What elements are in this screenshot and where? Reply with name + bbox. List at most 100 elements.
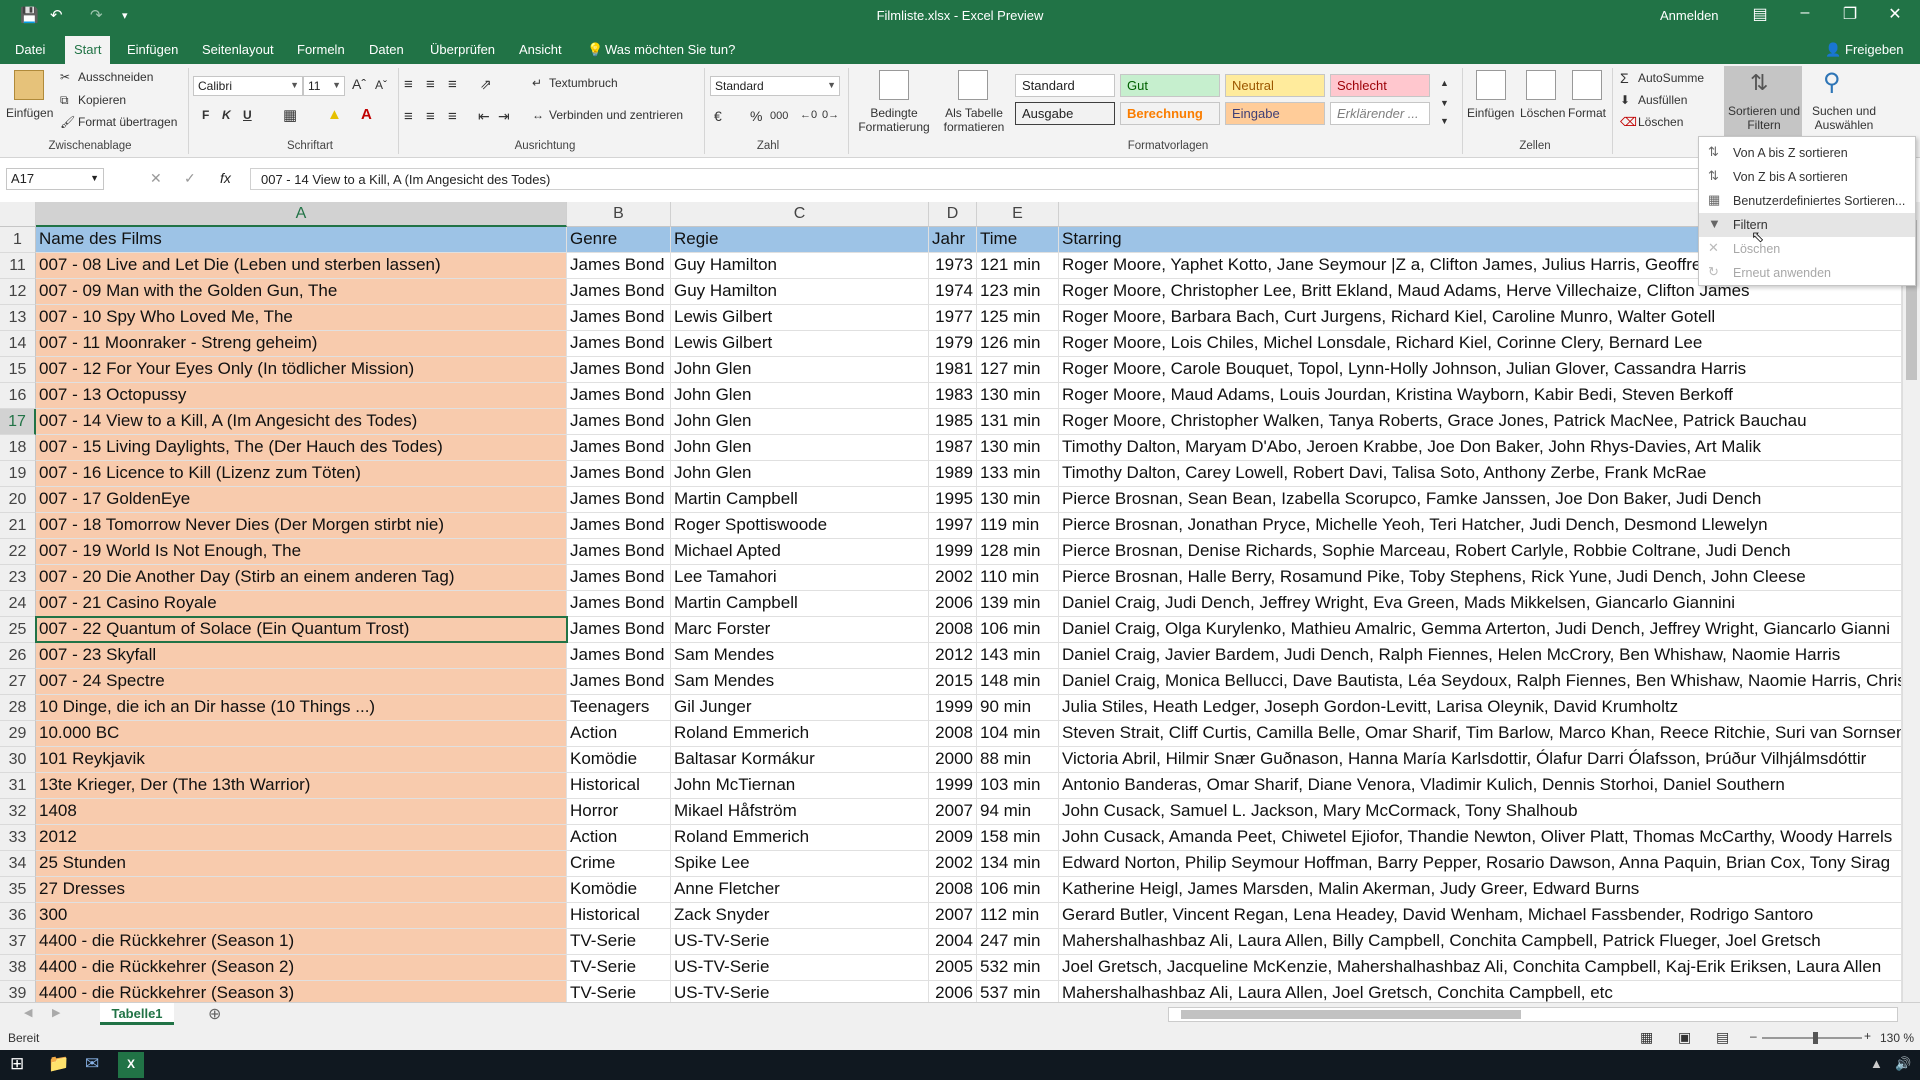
cut-button[interactable]: Ausschneiden xyxy=(78,70,153,84)
increase-indent-icon[interactable]: ⇥ xyxy=(498,108,510,125)
row-header[interactable]: 38 xyxy=(0,955,36,981)
cell-time[interactable]: 128 min xyxy=(977,539,1059,565)
cell-genre[interactable]: Komödie xyxy=(567,747,671,773)
cell-jahr[interactable]: 2002 xyxy=(929,851,977,877)
cell-time[interactable]: 88 min xyxy=(977,747,1059,773)
cell-jahr[interactable]: 1999 xyxy=(929,773,977,799)
sheet-tab-tabelle1[interactable]: Tabelle1 xyxy=(100,1003,174,1025)
align-right-icon[interactable]: ≡ xyxy=(448,108,457,125)
style-gut[interactable]: Gut xyxy=(1120,74,1220,97)
row-header[interactable]: 26 xyxy=(0,643,36,669)
cell-regie[interactable]: Lee Tamahori xyxy=(671,565,929,591)
cell-genre[interactable]: James Bond xyxy=(567,617,671,643)
formula-input[interactable]: 007 - 14 View to a Kill, A (Im Angesicht… xyxy=(250,168,1915,190)
cell-genre[interactable]: James Bond xyxy=(567,409,671,435)
format-painter-button[interactable]: Format übertragen xyxy=(78,115,177,129)
cell-time[interactable]: 247 min xyxy=(977,929,1059,955)
styles-more-icon[interactable]: ▼ xyxy=(1440,116,1449,126)
cell-name[interactable]: 007 - 12 For Your Eyes Only (In tödliche… xyxy=(36,357,567,383)
cell-name[interactable]: 007 - 19 World Is Not Enough, The xyxy=(36,539,567,565)
cell-genre[interactable]: Historical xyxy=(567,903,671,929)
cell-starring[interactable]: Mahershalhashbaz Ali, Laura Allen, Billy… xyxy=(1059,929,1902,955)
cell-name[interactable]: 27 Dresses xyxy=(36,877,567,903)
cell-genre[interactable]: Historical xyxy=(567,773,671,799)
cell-regie[interactable]: Lewis Gilbert xyxy=(671,305,929,331)
cell-name[interactable]: 007 - 08 Live and Let Die (Leben und ste… xyxy=(36,253,567,279)
cell-time[interactable]: 537 min xyxy=(977,981,1059,1002)
cell-name[interactable]: 007 - 14 View to a Kill, A (Im Angesicht… xyxy=(36,409,567,435)
cell-starring[interactable]: Julia Stiles, Heath Ledger, Joseph Gordo… xyxy=(1059,695,1902,721)
style-ausgabe[interactable]: Ausgabe xyxy=(1015,102,1115,125)
cell-time[interactable]: 125 min xyxy=(977,305,1059,331)
sort-filter-button[interactable]: Sortieren und Filtern xyxy=(1727,104,1801,132)
row-header[interactable]: 19 xyxy=(0,461,36,487)
cell-jahr[interactable]: 1973 xyxy=(929,253,977,279)
cell-regie[interactable]: Guy Hamilton xyxy=(671,279,929,305)
menu-item-custom-sort[interactable]: ▦ Benutzerdefiniertes Sortieren... xyxy=(1699,189,1915,213)
cell-starring[interactable]: Pierce Brosnan, Denise Richards, Sophie … xyxy=(1059,539,1902,565)
row-header[interactable]: 20 xyxy=(0,487,36,513)
paste-button[interactable]: Einfügen xyxy=(6,106,53,120)
row-header[interactable]: 23 xyxy=(0,565,36,591)
row-header[interactable]: 25 xyxy=(0,617,36,643)
cell-genre[interactable]: James Bond xyxy=(567,331,671,357)
cell-regie[interactable]: Roger Spottiswoode xyxy=(671,513,929,539)
cell-starring[interactable]: Daniel Craig, Monica Bellucci, Dave Baut… xyxy=(1059,669,1902,695)
tab-einfuegen[interactable]: Einfügen xyxy=(127,39,178,64)
cell-starring[interactable]: Katherine Heigl, James Marsden, Malin Ak… xyxy=(1059,877,1902,903)
cell-name[interactable]: 2012 xyxy=(36,825,567,851)
insert-cells-icon[interactable] xyxy=(1476,70,1506,100)
style-erklaerend[interactable]: Erklärender ... xyxy=(1330,102,1430,125)
cell-genre[interactable]: TV-Serie xyxy=(567,929,671,955)
align-bottom-icon[interactable]: ≡ xyxy=(448,76,457,93)
cell-starring[interactable]: Roger Moore, Lois Chiles, Michel Lonsdal… xyxy=(1059,331,1902,357)
row-header[interactable]: 37 xyxy=(0,929,36,955)
restore-icon[interactable]: ❐ xyxy=(1830,4,1870,24)
cell-genre[interactable]: James Bond xyxy=(567,669,671,695)
cell-time[interactable]: 133 min xyxy=(977,461,1059,487)
row-header[interactable]: 24 xyxy=(0,591,36,617)
cell-regie[interactable]: John Glen xyxy=(671,357,929,383)
cell-starring[interactable]: Edward Norton, Philip Seymour Hoffman, B… xyxy=(1059,851,1902,877)
cell-genre[interactable]: James Bond xyxy=(567,435,671,461)
row-header[interactable]: 15 xyxy=(0,357,36,383)
zoom-out-icon[interactable]: – xyxy=(1750,1029,1757,1043)
row-header[interactable]: 1 xyxy=(0,227,36,253)
cell-starring[interactable]: Pierce Brosnan, Jonathan Pryce, Michelle… xyxy=(1059,513,1902,539)
cell-regie[interactable]: Martin Campbell xyxy=(671,487,929,513)
cell-name[interactable]: 007 - 22 Quantum of Solace (Ein Quantum … xyxy=(36,617,567,643)
menu-item-filter[interactable]: ▼ Filtern xyxy=(1699,213,1915,237)
cell-regie[interactable]: Zack Snyder xyxy=(671,903,929,929)
column-header-d[interactable]: D xyxy=(929,202,977,227)
close-icon[interactable]: ✕ xyxy=(1875,4,1915,24)
cell-jahr[interactable]: 2007 xyxy=(929,903,977,929)
cell-starring[interactable]: Antonio Banderas, Omar Sharif, Diane Ven… xyxy=(1059,773,1902,799)
align-center-icon[interactable]: ≡ xyxy=(426,108,435,125)
cell-name[interactable]: 4400 - die Rückkehrer (Season 3) xyxy=(36,981,567,1002)
cell-jahr[interactable]: 2009 xyxy=(929,825,977,851)
delete-cells-icon[interactable] xyxy=(1526,70,1556,100)
cell-genre[interactable]: Komödie xyxy=(567,877,671,903)
tab-daten[interactable]: Daten xyxy=(369,39,404,64)
cell-regie[interactable]: Roland Emmerich xyxy=(671,721,929,747)
cell-genre[interactable]: Horror xyxy=(567,799,671,825)
cell-time[interactable]: 112 min xyxy=(977,903,1059,929)
cell-jahr[interactable]: 2007 xyxy=(929,799,977,825)
cell-regie[interactable]: Guy Hamilton xyxy=(671,253,929,279)
spreadsheet-grid[interactable]: A B C D E 1 Name des Films Genre Regie J… xyxy=(0,202,1902,1002)
cell-jahr[interactable]: 2008 xyxy=(929,617,977,643)
find-select-button[interactable]: Suchen und Auswählen xyxy=(1806,104,1882,132)
select-all-corner[interactable] xyxy=(0,202,36,227)
align-top-icon[interactable]: ≡ xyxy=(404,76,413,93)
cell-jahr[interactable]: 1981 xyxy=(929,357,977,383)
cell-time[interactable]: 130 min xyxy=(977,487,1059,513)
cell-genre[interactable]: James Bond xyxy=(567,591,671,617)
cell-time[interactable]: 103 min xyxy=(977,773,1059,799)
cell-time[interactable]: 121 min xyxy=(977,253,1059,279)
cell-time[interactable]: 106 min xyxy=(977,617,1059,643)
grow-font-icon[interactable]: Aˆ xyxy=(352,76,366,92)
header-cell-jahr[interactable]: Jahr xyxy=(929,227,977,253)
column-header-b[interactable]: B xyxy=(567,202,671,227)
cell-jahr[interactable]: 1979 xyxy=(929,331,977,357)
zoom-in-icon[interactable]: + xyxy=(1864,1029,1871,1043)
